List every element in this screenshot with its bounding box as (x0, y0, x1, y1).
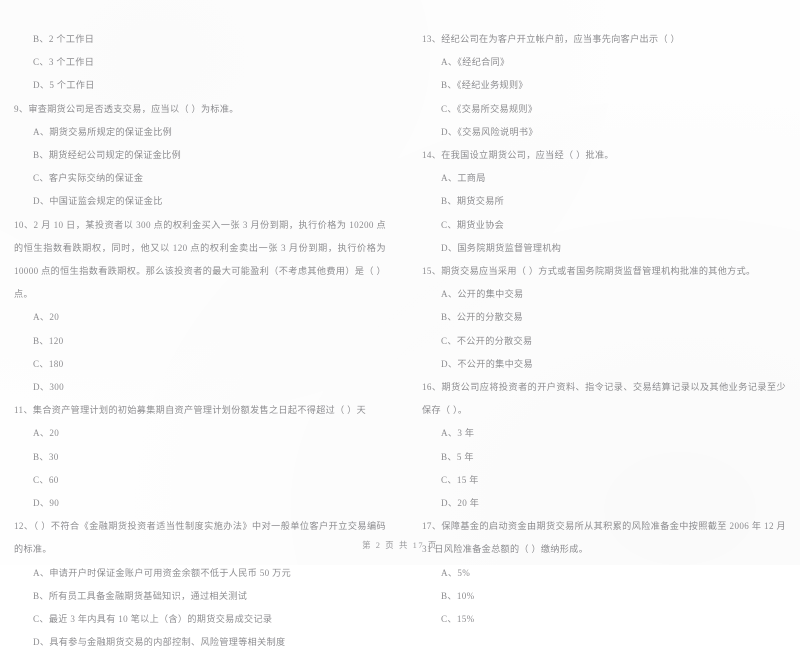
answer-option: A、申请开户时保证金账户可用资金余额不低于人民币 50 万元 (33, 567, 292, 578)
answer-option: D、中国证监会规定的保证金比 (33, 196, 163, 207)
answer-option: A、3 年 (441, 428, 475, 439)
answer-option: B、期货经纪公司规定的保证金比例 (33, 150, 182, 161)
answer-option: D、不公开的集中交易 (441, 358, 533, 369)
answer-option: D、国务院期货监督管理机构 (441, 242, 562, 253)
page-footer: 第 2 页 共 17 页 (362, 541, 438, 550)
answer-option: C、3 个工作日 (33, 57, 95, 68)
answer-option: B、120 (33, 335, 64, 346)
answer-option: D、90 (33, 498, 60, 509)
answer-option: D、300 (33, 382, 65, 393)
answer-option: C、60 (33, 474, 59, 485)
left-column: B、2 个工作日 C、3 个工作日 D、5 个工作日 9、审查期货公司是否透支交易，应… (0, 28, 400, 647)
scanned-exam-page: B、2 个工作日 C、3 个工作日 D、5 个工作日 9、审查期货公司是否透支交易，应… (0, 0, 800, 647)
answer-option: B、所有员工具备金融期货基础知识，通过相关测试 (33, 590, 248, 601)
answer-option: A、《经纪合同》 (441, 57, 510, 68)
answer-option: B、30 (33, 451, 59, 462)
answer-option: B、《经纪业务规则》 (441, 80, 528, 91)
answer-option: C、180 (33, 358, 64, 369)
answer-option: A、20 (33, 428, 60, 439)
answer-option: D、20 年 (441, 498, 480, 509)
answer-option: A、工商局 (441, 173, 486, 184)
answer-option: C、不公开的分散交易 (441, 335, 533, 346)
answer-option: B、2 个工作日 (33, 34, 95, 44)
answer-option: A、20 (33, 312, 60, 323)
answer-option: A、期货交易所规定的保证金比例 (33, 126, 173, 137)
answer-option: A、公开的集中交易 (441, 289, 524, 300)
two-column-body: B、2 个工作日 C、3 个工作日 D、5 个工作日 9、审查期货公司是否透支交易，应… (0, 28, 800, 647)
question-stem: 10、2 月 10 日，某投资者以 300 点的权利金买入一张 3 月份到期，执… (14, 219, 386, 300)
answer-option: B、5 年 (441, 451, 474, 462)
question-stem: 9、审查期货公司是否透支交易，应当以（ ）为标准。 (14, 103, 239, 114)
answer-option: C、期货业协会 (441, 219, 505, 230)
answer-option: D、5 个工作日 (33, 80, 95, 91)
answer-option: C、最近 3 年内具有 10 笔以上（含）的期货交易成交记录 (33, 614, 273, 625)
answer-option: B、期货交易所 (441, 196, 505, 207)
answer-option: C、15 年 (441, 474, 479, 485)
answer-option: B、公开的分散交易 (441, 312, 523, 323)
question-stem: 14、在我国设立期货公司，应当经（ ）批准。 (422, 150, 614, 161)
answer-option: C、15% (441, 614, 475, 625)
question-stem: 15、期货交易应当采用（ ）方式或者国务院期货监督管理机构批准的其他方式。 (422, 266, 756, 277)
answer-option: A、5% (441, 567, 471, 578)
answer-option: B、10% (441, 590, 475, 601)
right-column: 13、经纪公司在为客户开立帐户前，应当事先向客户出示（ ） A、《经纪合同》 B、《… (400, 28, 800, 624)
question-stem: 11、集合资产管理计划的初始募集期自资产管理计划份额发售之日起不得超过（ ）天 (14, 405, 367, 416)
question-stem: 13、经纪公司在为客户开立帐户前，应当事先向客户出示（ ） (422, 34, 680, 44)
answer-option: C、《交易所交易规则》 (441, 103, 538, 114)
answer-option: D、《交易风险说明书》 (441, 126, 538, 137)
answer-option: C、客户实际交纳的保证金 (33, 173, 144, 184)
question-stem: 16、期货公司应将投资者的开户资料、指令记录、交易结算记录以及其他业务记录至少保… (422, 382, 786, 416)
answer-option: D、具有参与金融期货交易的内部控制、风险管理等相关制度 (33, 637, 286, 648)
